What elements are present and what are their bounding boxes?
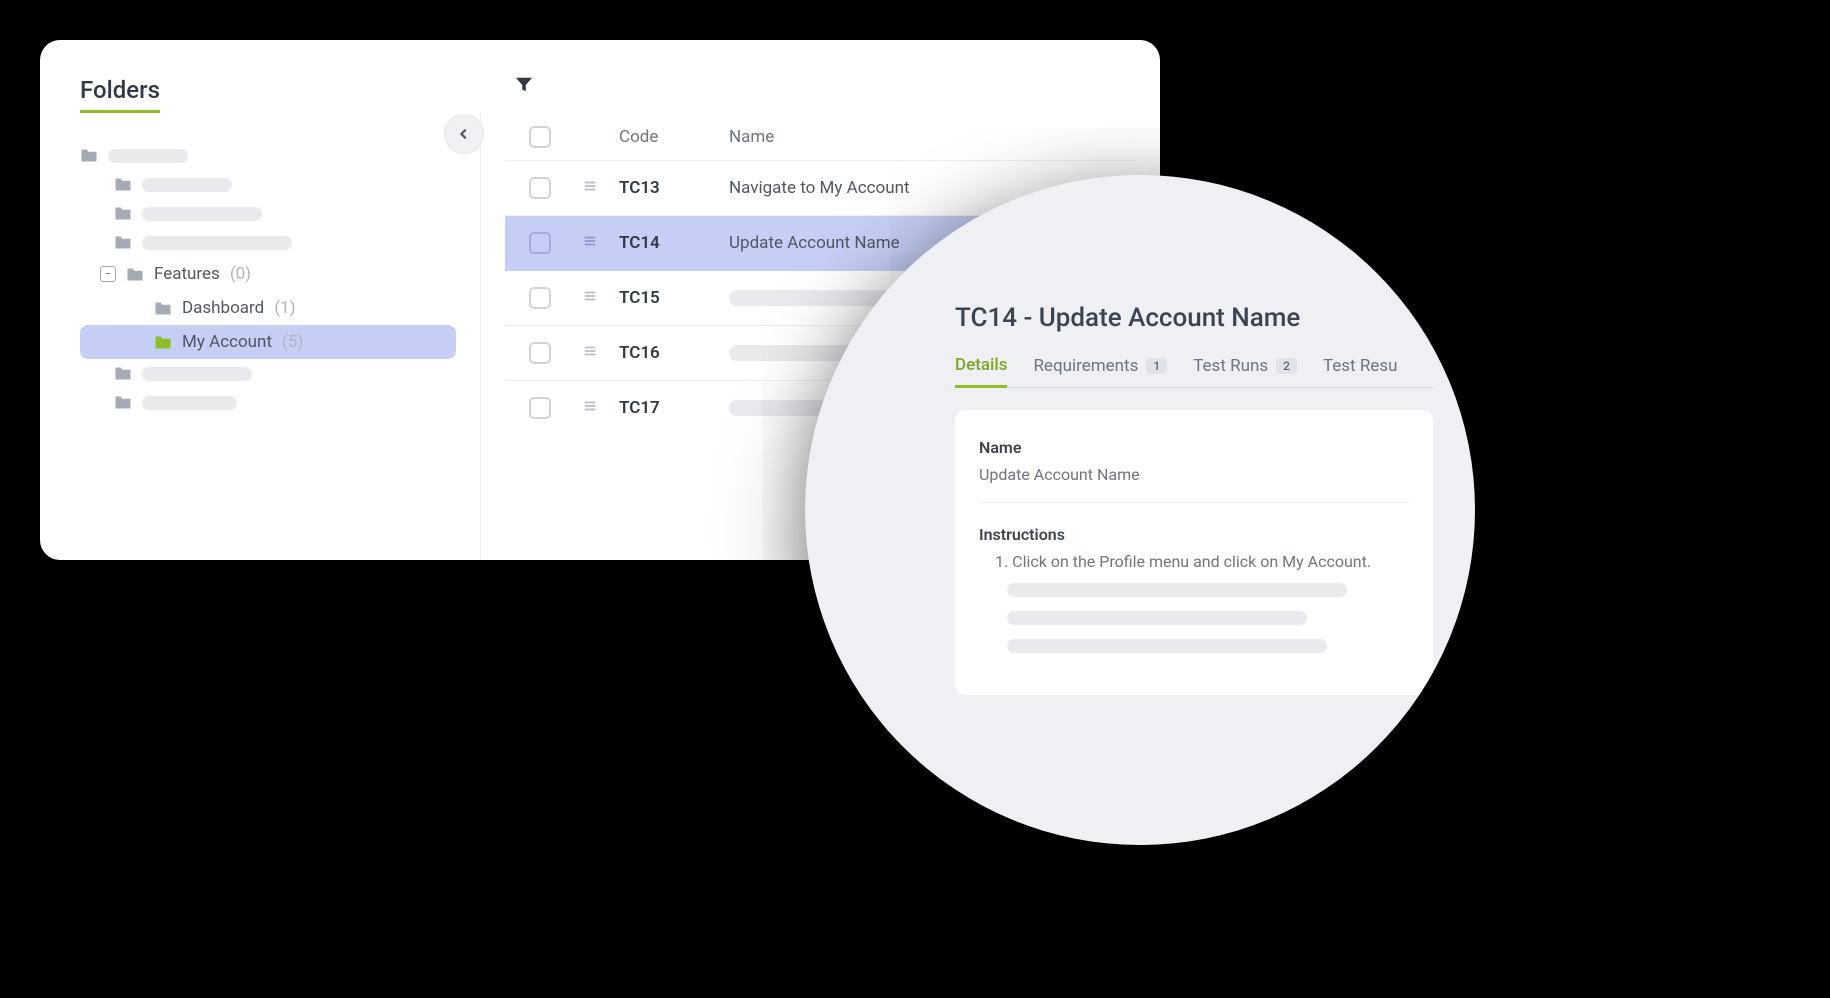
folder-icon xyxy=(114,235,132,250)
folder-icon xyxy=(80,148,98,163)
placeholder xyxy=(142,236,292,250)
folder-icon xyxy=(114,366,132,381)
drag-handle-icon[interactable] xyxy=(583,178,619,198)
tree-count: (0) xyxy=(230,264,251,284)
column-header-code[interactable]: Code xyxy=(619,127,729,147)
detail-card: Name Update Account Name Instructions 1.… xyxy=(955,410,1433,695)
tree-item[interactable] xyxy=(80,141,456,170)
instructions-field-label: Instructions xyxy=(979,525,1409,544)
test-runs-count-badge: 2 xyxy=(1276,358,1297,374)
row-checkbox[interactable] xyxy=(529,232,551,254)
placeholder xyxy=(142,367,252,381)
row-checkbox[interactable] xyxy=(529,177,551,199)
tree-label: My Account xyxy=(182,332,272,352)
test-code: TC16 xyxy=(619,343,729,363)
column-header-name[interactable]: Name xyxy=(729,127,1136,147)
tab-test-results[interactable]: Test Resu xyxy=(1323,356,1398,386)
test-code: TC15 xyxy=(619,288,729,308)
requirements-count-badge: 1 xyxy=(1146,358,1167,374)
detail-panel: TC14 - Update Account Name Details Requi… xyxy=(805,175,1475,845)
select-all-checkbox[interactable] xyxy=(529,126,551,148)
drag-handle-icon[interactable] xyxy=(583,398,619,418)
placeholder xyxy=(1007,611,1307,625)
tab-test-runs[interactable]: Test Runs 2 xyxy=(1193,356,1297,386)
folder-tree: − Features (0) Dashboard (1) My Account … xyxy=(80,141,456,417)
tree-item[interactable] xyxy=(80,359,456,388)
folders-sidebar: Folders − Featur xyxy=(40,40,480,560)
folder-icon xyxy=(114,395,132,410)
test-code: TC14 xyxy=(619,233,729,253)
row-checkbox[interactable] xyxy=(529,287,551,309)
collapse-toggle-icon[interactable]: − xyxy=(100,266,116,282)
placeholder xyxy=(1007,583,1347,597)
test-code: TC13 xyxy=(619,178,729,198)
filter-icon xyxy=(515,76,533,94)
tree-item[interactable] xyxy=(80,199,456,228)
placeholder xyxy=(142,207,262,221)
table-header: Code Name xyxy=(505,126,1136,161)
test-code: TC17 xyxy=(619,398,729,418)
tree-item[interactable] xyxy=(80,170,456,199)
drag-handle-icon[interactable] xyxy=(583,233,619,253)
detail-tabs: Details Requirements 1 Test Runs 2 Test … xyxy=(955,355,1433,388)
drag-handle-icon[interactable] xyxy=(583,288,619,308)
placeholder xyxy=(142,178,232,192)
instruction-step: 1. Click on the Profile menu and click o… xyxy=(995,552,1409,571)
tab-details[interactable]: Details xyxy=(955,355,1007,388)
tree-count: (5) xyxy=(282,332,303,352)
folder-icon xyxy=(154,335,172,350)
collapse-sidebar-button[interactable] xyxy=(444,114,484,154)
tree-item-features[interactable]: − Features (0) xyxy=(80,257,456,291)
tree-item-dashboard[interactable]: Dashboard (1) xyxy=(80,291,456,325)
folder-icon xyxy=(154,301,172,316)
drag-handle-icon[interactable] xyxy=(583,343,619,363)
tree-count: (1) xyxy=(274,298,295,318)
detail-title: TC14 - Update Account Name xyxy=(955,303,1433,333)
name-field-value: Update Account Name xyxy=(979,465,1409,503)
tree-item[interactable] xyxy=(80,228,456,257)
placeholder xyxy=(1007,639,1327,653)
tree-item[interactable] xyxy=(80,388,456,417)
folder-icon xyxy=(114,177,132,192)
tree-label: Dashboard xyxy=(182,298,264,318)
filter-button[interactable] xyxy=(515,76,1136,98)
tab-requirements[interactable]: Requirements 1 xyxy=(1033,356,1167,386)
sidebar-title: Folders xyxy=(80,76,160,113)
row-checkbox[interactable] xyxy=(529,397,551,419)
name-field-label: Name xyxy=(979,438,1409,457)
placeholder xyxy=(108,149,188,163)
folder-icon xyxy=(114,206,132,221)
placeholder xyxy=(142,396,237,410)
chevron-left-icon xyxy=(457,127,471,141)
row-checkbox[interactable] xyxy=(529,342,551,364)
folder-icon xyxy=(126,267,144,282)
tree-label: Features xyxy=(154,264,220,284)
tree-item-my-account[interactable]: My Account (5) xyxy=(80,325,456,359)
